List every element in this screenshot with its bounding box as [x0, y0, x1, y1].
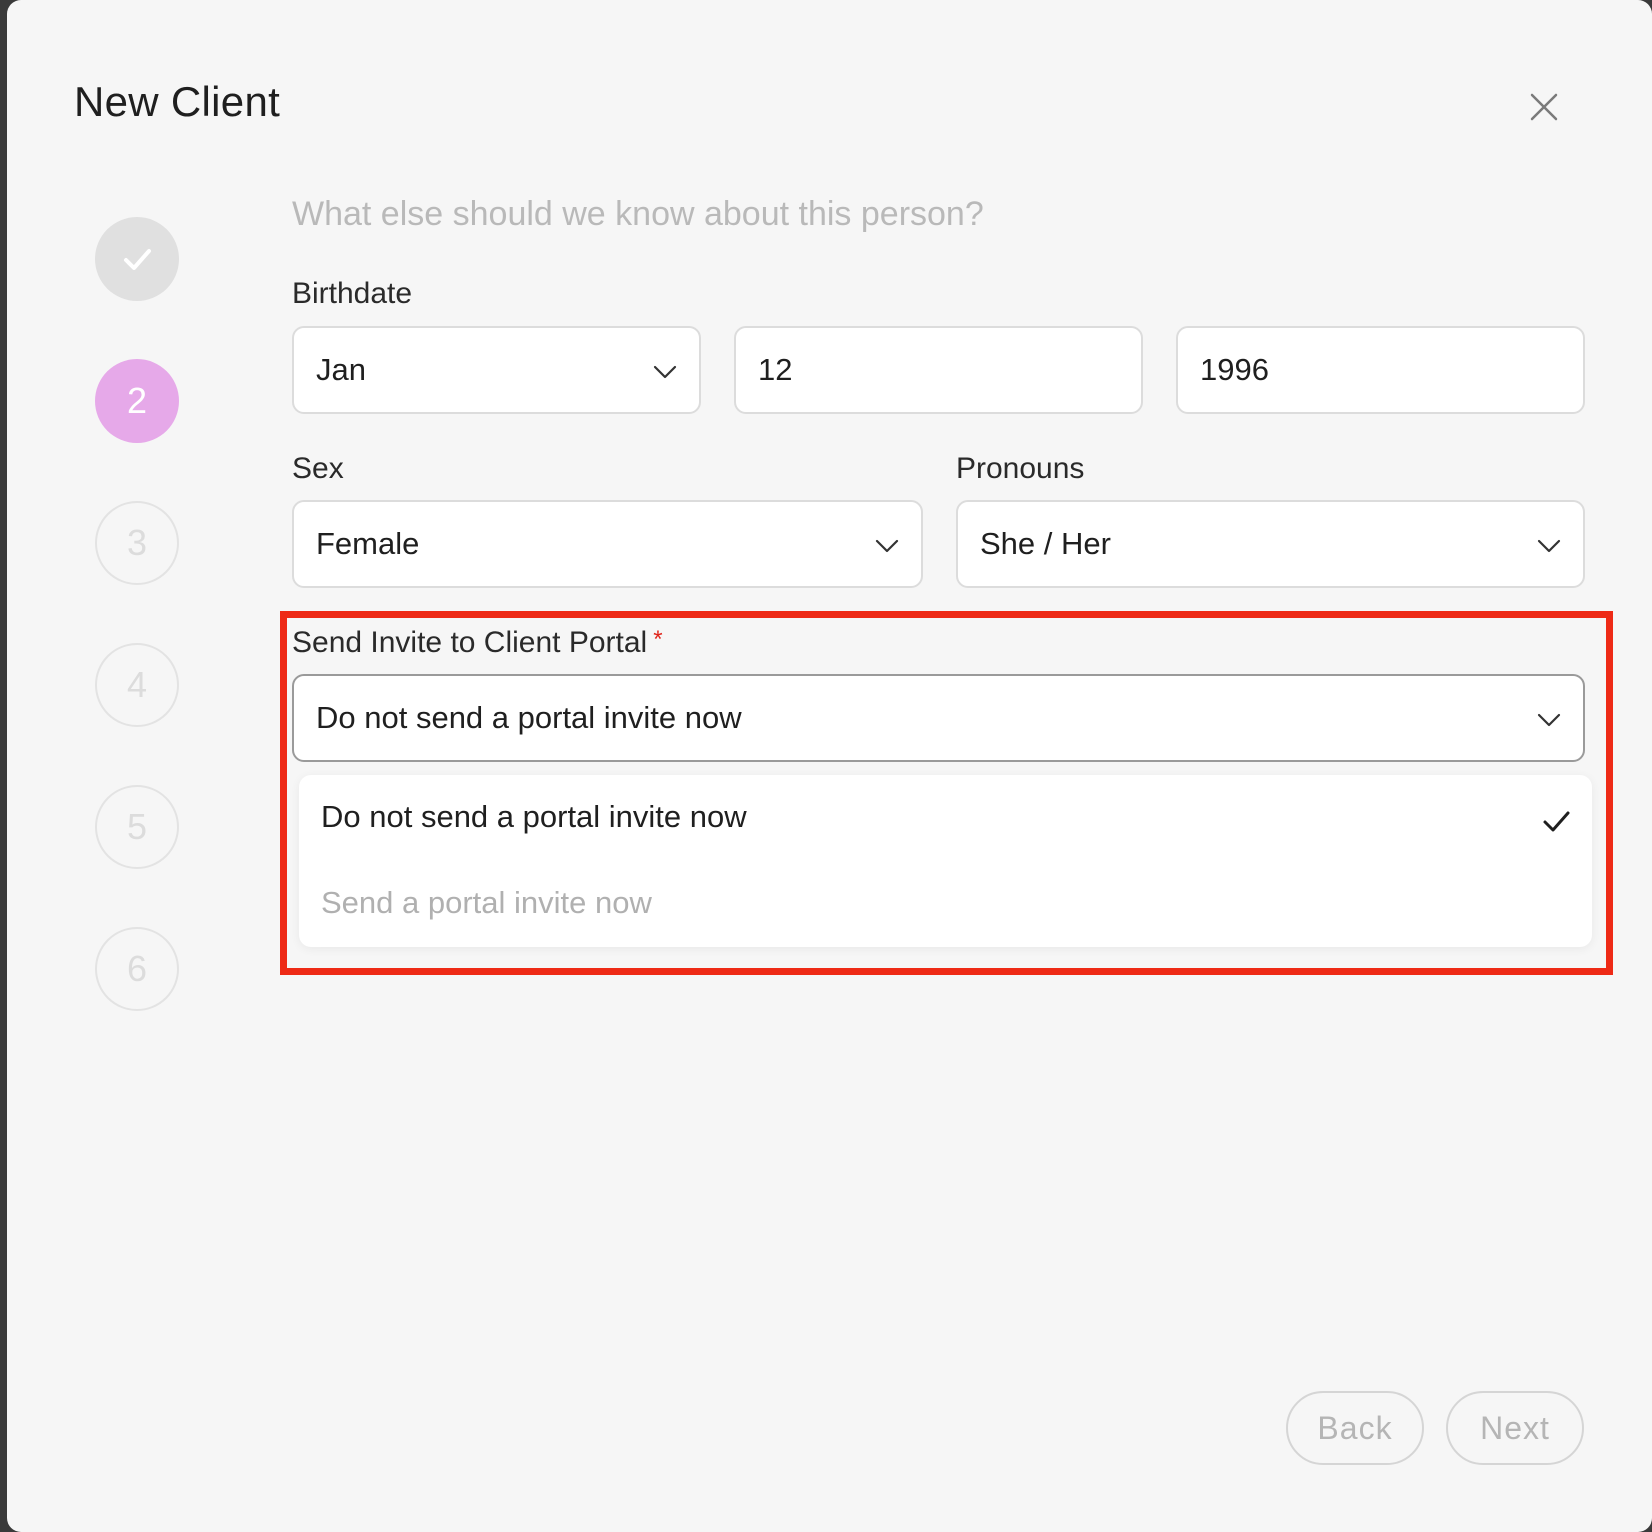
new-client-modal: New Client 2 3 4 5 6 What else should we…	[7, 0, 1652, 1532]
step-5: 5	[95, 785, 179, 869]
pronouns-label: Pronouns	[956, 452, 1085, 485]
close-icon[interactable]	[1522, 85, 1566, 129]
birth-day-value: 12	[758, 352, 793, 387]
birth-month-select[interactable]: Jan	[292, 326, 701, 414]
portal-invite-select[interactable]: Do not send a portal invite now	[292, 674, 1585, 762]
portal-invite-label: Send Invite to Client Portal *	[292, 626, 663, 660]
required-asterisk: *	[653, 626, 663, 653]
dropdown-option-do-not-send[interactable]: Do not send a portal invite now	[321, 799, 747, 835]
portal-invite-value: Do not send a portal invite now	[316, 700, 742, 735]
section-prompt: What else should we know about this pers…	[292, 195, 984, 233]
sex-value: Female	[316, 526, 420, 561]
chevron-down-icon	[1537, 539, 1561, 553]
pronouns-select[interactable]: She / Her	[956, 500, 1585, 588]
chevron-down-icon	[875, 539, 899, 553]
step-6: 6	[95, 927, 179, 1011]
check-icon	[124, 249, 151, 270]
birth-year-value: 1996	[1200, 352, 1269, 387]
sex-label: Sex	[292, 452, 344, 485]
step-2-current: 2	[95, 359, 179, 443]
birth-month-value: Jan	[316, 352, 366, 387]
next-button[interactable]: Next	[1446, 1391, 1584, 1465]
dropdown-option-send[interactable]: Send a portal invite now	[321, 885, 652, 921]
selected-check-icon	[1543, 811, 1570, 832]
portal-invite-dropdown-menu: Do not send a portal invite now Send a p…	[299, 775, 1592, 947]
step-1-completed	[95, 217, 179, 301]
birthdate-label: Birthdate	[292, 277, 413, 310]
birth-day-input[interactable]: 12	[734, 326, 1143, 414]
pronouns-value: She / Her	[980, 526, 1111, 561]
back-button[interactable]: Back	[1286, 1391, 1424, 1465]
modal-title: New Client	[74, 78, 281, 125]
chevron-down-icon	[1537, 713, 1561, 727]
sex-select[interactable]: Female	[292, 500, 923, 588]
birth-year-input[interactable]: 1996	[1176, 326, 1585, 414]
step-3: 3	[95, 501, 179, 585]
portal-invite-label-text: Send Invite to Client Portal	[292, 626, 648, 659]
step-4: 4	[95, 643, 179, 727]
chevron-down-icon	[653, 365, 677, 379]
